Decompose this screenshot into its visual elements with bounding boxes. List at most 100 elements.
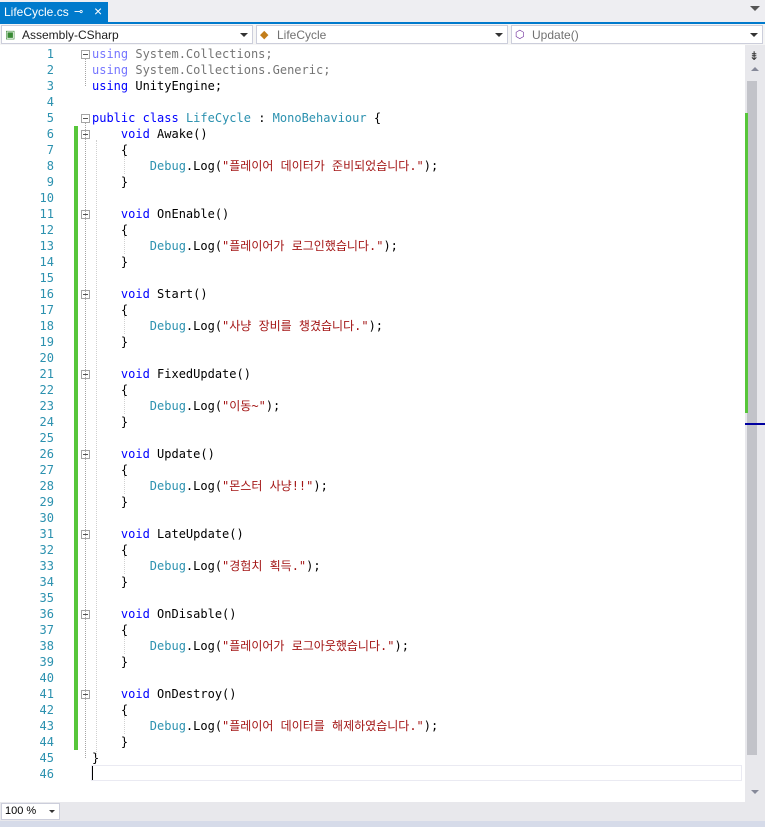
scrollbar-thumb[interactable] [747, 81, 757, 755]
vertical-scrollbar[interactable]: ⇟ [745, 45, 765, 802]
code-line[interactable]: 11 void OnEnable() [0, 206, 745, 222]
project-dropdown[interactable]: ▣ Assembly-CSharp [1, 25, 253, 44]
code-token: } [92, 255, 129, 269]
collapse-region-icon[interactable] [81, 114, 90, 123]
code-line[interactable]: 32 { [0, 542, 745, 558]
code-line[interactable]: 45} [0, 750, 745, 766]
line-number: 20 [39, 351, 54, 365]
fold-connector-line [85, 219, 87, 262]
code-line[interactable]: 40 [0, 670, 745, 686]
horizontal-scrollbar[interactable] [62, 803, 742, 820]
code-line[interactable]: 10 [0, 190, 745, 206]
line-number: 39 [39, 655, 54, 669]
code-token: { [92, 623, 129, 637]
code-line[interactable]: 31 void LateUpdate() [0, 526, 745, 542]
split-window-icon[interactable]: ⇟ [749, 49, 759, 63]
code-line[interactable]: 16 void Start() [0, 286, 745, 302]
code-line[interactable]: 20 [0, 350, 745, 366]
chevron-down-icon [240, 33, 248, 37]
scroll-down-arrow-icon[interactable] [751, 790, 759, 794]
code-line[interactable]: 17 { [0, 302, 745, 318]
code-line[interactable]: 21 void FixedUpdate() [0, 366, 745, 382]
type-dropdown[interactable]: ◆ LifeCycle [256, 25, 508, 44]
code-line[interactable]: 8 Debug.Log("플레이어 데이터가 준비되었습니다."); [0, 158, 745, 174]
code-token: System.Collections; [128, 47, 273, 61]
code-line[interactable]: 24 } [0, 414, 745, 430]
code-line[interactable]: 29 } [0, 494, 745, 510]
code-token: void [120, 607, 150, 621]
code-line[interactable]: 33 Debug.Log("경험치 획득."); [0, 558, 745, 574]
scroll-up-arrow-icon[interactable] [751, 67, 759, 71]
line-number: 24 [39, 415, 54, 429]
method-icon: ⬡ [515, 29, 525, 41]
fold-connector-line [85, 699, 87, 742]
code-text: } [92, 254, 128, 270]
line-number: 26 [39, 447, 54, 461]
code-token: { [92, 223, 129, 237]
fold-connector-line [85, 539, 87, 582]
line-number: 5 [46, 111, 54, 125]
code-line[interactable]: 28 Debug.Log("몬스터 사냥!!"); [0, 478, 745, 494]
fold-connector-line [85, 59, 87, 86]
code-line[interactable]: 1 using System.Collections; [0, 46, 745, 62]
code-line[interactable]: 26 void Update() [0, 446, 745, 462]
code-line[interactable]: 6 void Awake() [0, 126, 745, 142]
code-line[interactable]: 27 { [0, 462, 745, 478]
code-line[interactable]: 36 void OnDisable() [0, 606, 745, 622]
code-line[interactable]: 25 [0, 430, 745, 446]
code-token: void [120, 287, 150, 301]
collapse-region-icon[interactable] [81, 50, 90, 59]
close-icon[interactable]: × [94, 3, 102, 19]
code-line[interactable]: 39 } [0, 654, 745, 670]
indent-guide [124, 316, 125, 334]
code-line[interactable]: 41 void OnDestroy() [0, 686, 745, 702]
code-line[interactable]: 38 Debug.Log("플레이어가 로그아웃했습니다."); [0, 638, 745, 654]
document-tab-strip: LifeCycle.cs ⊸ × [0, 0, 765, 22]
code-line[interactable]: 23 Debug.Log("이동~"); [0, 398, 745, 414]
code-line[interactable]: 2 using System.Collections.Generic; [0, 62, 745, 78]
code-line[interactable]: 34 } [0, 574, 745, 590]
code-token: ); [423, 719, 439, 733]
code-line[interactable]: 42 { [0, 702, 745, 718]
code-line[interactable]: 5 public class LifeCycle : MonoBehaviour … [0, 110, 745, 126]
code-token: .Log( [185, 559, 223, 573]
code-token: } [92, 175, 129, 189]
code-line[interactable]: 19 } [0, 334, 745, 350]
code-line[interactable]: 22 { [0, 382, 745, 398]
code-line[interactable]: 14 } [0, 254, 745, 270]
code-line[interactable]: 13 Debug.Log("플레이어가 로그인했습니다."); [0, 238, 745, 254]
code-line[interactable]: 37 { [0, 622, 745, 638]
code-token: } [92, 335, 129, 349]
code-line[interactable]: 4 [0, 94, 745, 110]
tab-lifecycle-cs[interactable]: LifeCycle.cs ⊸ × [0, 2, 108, 22]
code-token: { [92, 463, 129, 477]
code-line[interactable]: 9 } [0, 174, 745, 190]
code-token: OnDisable() [149, 607, 237, 621]
code-text: } [92, 174, 128, 190]
member-dropdown[interactable]: ⬡ Update() [511, 25, 763, 44]
code-token: void [120, 527, 150, 541]
code-editor[interactable]: 1 using System.Collections; 2 using System.… [0, 45, 745, 802]
code-line[interactable]: 43 Debug.Log("플레이어 데이터를 해제하였습니다."); [0, 718, 745, 734]
code-token: } [92, 415, 129, 429]
zoom-dropdown[interactable]: 100 % [1, 803, 60, 820]
code-line[interactable]: 46 [0, 766, 745, 782]
pin-icon[interactable]: ⊸ [74, 5, 83, 18]
code-line[interactable]: 44 } [0, 734, 745, 750]
indent-guide [96, 140, 97, 762]
code-line[interactable]: 30 [0, 510, 745, 526]
code-token: Awake() [149, 127, 208, 141]
indent-guide [124, 556, 125, 574]
code-line[interactable]: 15 [0, 270, 745, 286]
code-token: ); [306, 559, 321, 573]
code-line[interactable]: 7 { [0, 142, 745, 158]
code-line[interactable]: 18 Debug.Log("사냥 장비를 챙겼습니다."); [0, 318, 745, 334]
line-number: 33 [39, 559, 54, 573]
code-line[interactable]: 35 [0, 590, 745, 606]
code-text: { [92, 142, 128, 158]
tab-overflow-chevron-down-icon[interactable] [750, 6, 760, 11]
code-line[interactable]: 12 { [0, 222, 745, 238]
code-line[interactable]: 3 using UnityEngine; [0, 78, 745, 94]
